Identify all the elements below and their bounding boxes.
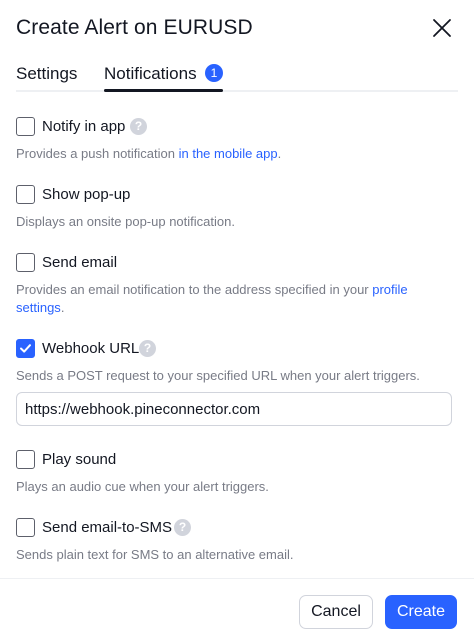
dialog-title: Create Alert on EURUSD — [16, 16, 253, 39]
send-email-label[interactable]: Send email — [42, 253, 117, 272]
show-popup-label[interactable]: Show pop-up — [42, 185, 130, 204]
notify-in-app-description: Provides a push notification in the mobi… — [16, 145, 458, 163]
play-sound-checkbox[interactable] — [16, 450, 35, 469]
dialog-header: Create Alert on EURUSD — [0, 0, 474, 58]
tab-bar: Settings Notifications — [0, 58, 474, 94]
tabs-divider — [16, 90, 458, 92]
show-popup-checkbox[interactable] — [16, 185, 35, 204]
play-sound-description: Plays an audio cue when your alert trigg… — [16, 479, 269, 494]
close-icon — [433, 19, 451, 37]
send-email-description: Provides an email notification to the ad… — [16, 281, 458, 317]
send-email-to-sms-description: Sends plain text for SMS to an alternati… — [16, 547, 294, 562]
send-email-checkbox[interactable] — [16, 253, 35, 272]
tab-notifications[interactable]: Notifications — [104, 64, 197, 84]
help-icon[interactable]: ? — [130, 118, 147, 135]
description-text: . — [60, 300, 65, 315]
send-email-to-sms-label[interactable]: Send email-to-SMS — [42, 518, 172, 537]
notify-in-app-label[interactable]: Notify in app — [42, 117, 125, 136]
webhook-url-label[interactable]: Webhook URL — [42, 339, 139, 358]
create-button[interactable]: Create — [385, 595, 457, 629]
checkmark-icon — [20, 344, 31, 353]
send-email-to-sms-checkbox[interactable] — [16, 518, 35, 537]
close-button[interactable] — [428, 14, 456, 42]
description-text: Provides an email notification to the ad… — [16, 282, 373, 297]
active-tab-indicator — [104, 89, 223, 92]
help-icon[interactable]: ? — [174, 519, 191, 536]
help-icon[interactable]: ? — [139, 340, 156, 357]
description-text: Provides a push notification — [16, 146, 179, 161]
webhook-url-input[interactable] — [16, 392, 452, 426]
mobile-app-link[interactable]: in the mobile app — [179, 146, 278, 161]
notify-in-app-checkbox[interactable] — [16, 117, 35, 136]
tab-settings[interactable]: Settings — [16, 64, 77, 84]
play-sound-label[interactable]: Play sound — [42, 450, 116, 469]
footer-divider — [0, 578, 474, 579]
show-popup-description: Displays an onsite pop-up notification. — [16, 214, 235, 229]
webhook-url-checkbox[interactable] — [16, 339, 35, 358]
webhook-url-description: Sends a POST request to your specified U… — [16, 368, 420, 383]
description-text: . — [277, 146, 282, 161]
cancel-button[interactable]: Cancel — [299, 595, 373, 629]
notifications-count-badge: 1 — [205, 64, 223, 82]
